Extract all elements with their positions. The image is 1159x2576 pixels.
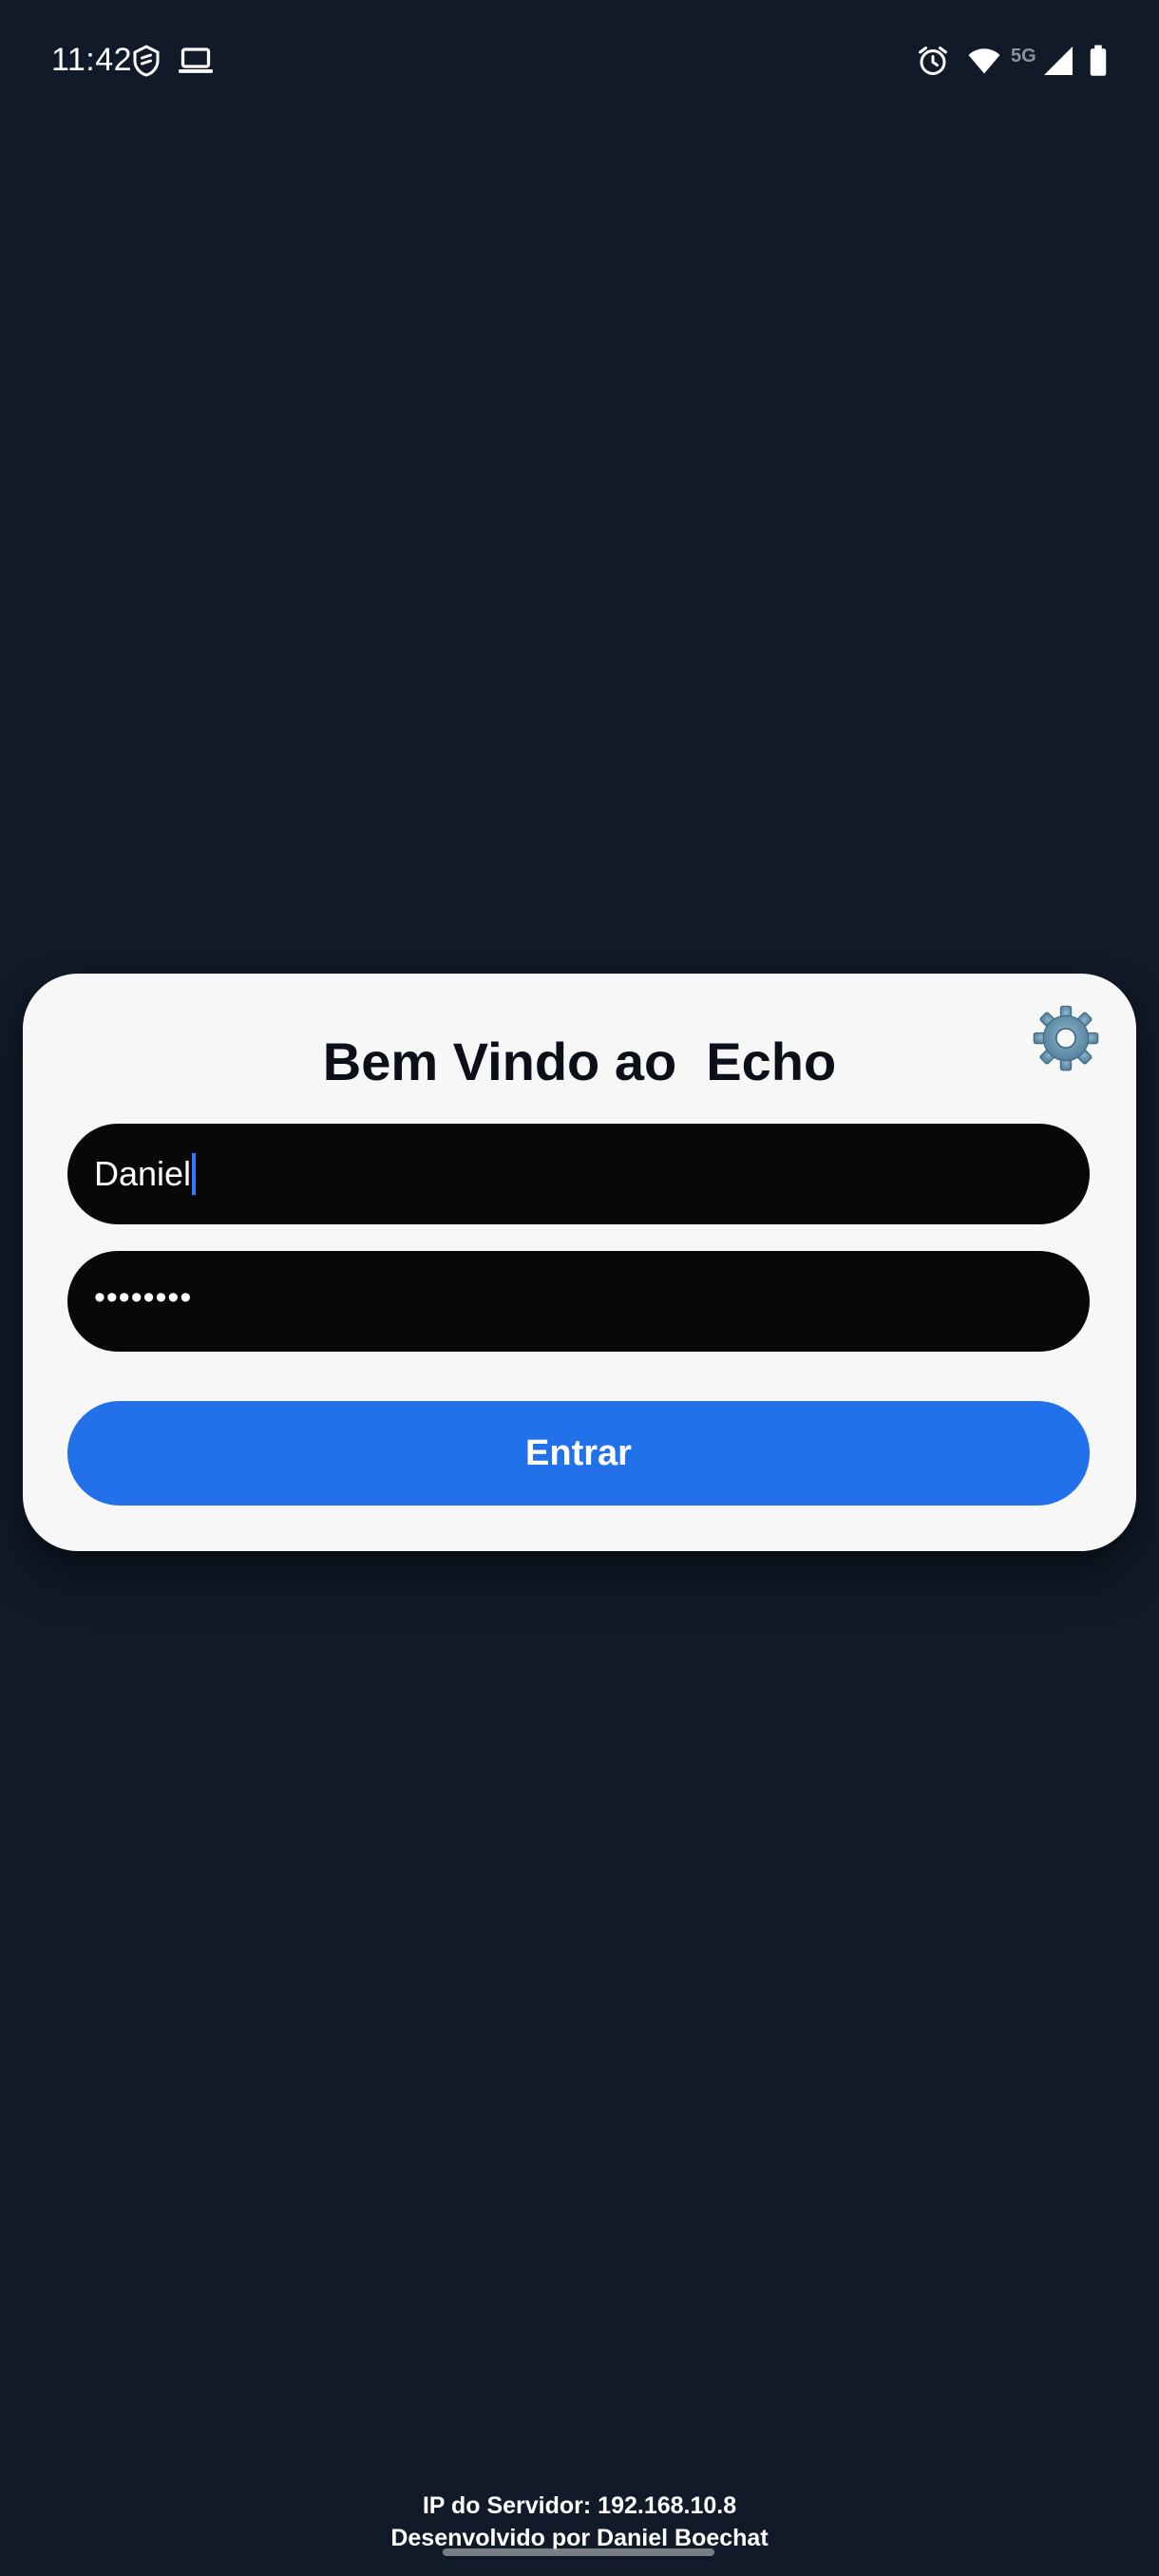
status-bar: 11:42 5G <box>0 0 1159 128</box>
text-caret <box>192 1153 197 1195</box>
shield-sync-icon <box>129 44 163 78</box>
username-field[interactable]: Daniel <box>67 1124 1090 1224</box>
username-value: Daniel <box>94 1154 192 1193</box>
password-value: •••••••• <box>94 1279 193 1316</box>
network-type-label: 5G <box>1011 46 1036 66</box>
login-button[interactable]: Entrar <box>67 1401 1090 1506</box>
signal-icon <box>1041 44 1075 78</box>
alarm-icon <box>916 44 950 78</box>
laptop-icon <box>177 44 215 78</box>
battery-icon <box>1085 44 1112 78</box>
welcome-title: Bem Vindo ao Echo <box>322 1032 837 1091</box>
server-ip-text: IP do Servidor: 192.168.10.8 <box>422 2492 737 2519</box>
status-time: 11:42 <box>51 42 133 78</box>
login-card: Bem Vindo ao Echo Daniel •••••••• Entrar <box>23 974 1136 1551</box>
gear-icon[interactable] <box>1032 1004 1100 1072</box>
home-indicator[interactable] <box>443 2548 714 2556</box>
wifi-icon <box>965 44 1003 78</box>
password-field[interactable]: •••••••• <box>67 1251 1090 1352</box>
